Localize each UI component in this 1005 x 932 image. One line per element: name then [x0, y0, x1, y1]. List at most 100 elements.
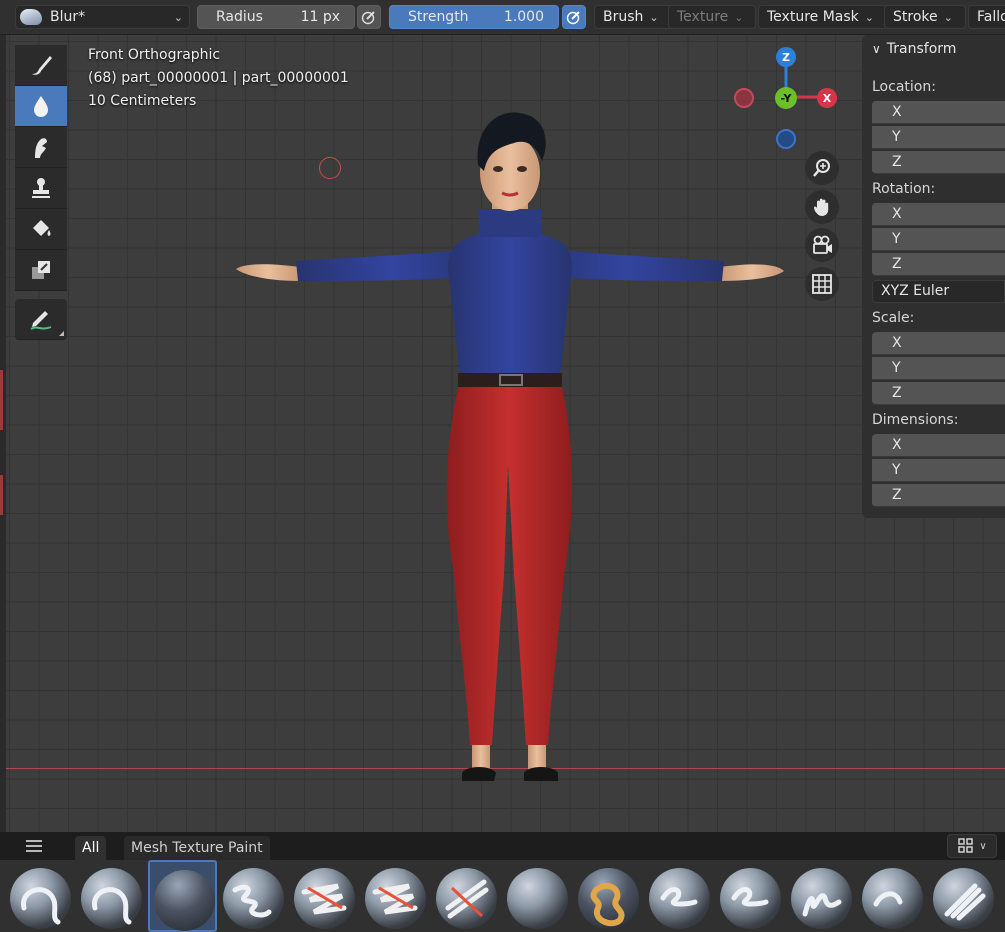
blur-drop-icon [34, 96, 48, 117]
character-model [236, 112, 784, 781]
blur-tool[interactable] [15, 86, 67, 127]
rotation-label: Rotation: [872, 181, 936, 197]
zoom-button[interactable] [805, 151, 839, 185]
rotation-z-field[interactable]: Z [872, 253, 1005, 276]
rotation-mode-select[interactable]: XYZ Euler [872, 280, 1005, 303]
texture-menu[interactable]: Texture ⌄ [668, 5, 757, 29]
brush-thumbnail[interactable] [148, 860, 217, 932]
brush-thumbnail[interactable] [645, 860, 714, 932]
camera-view-button[interactable] [805, 228, 839, 262]
tool-shelf [15, 45, 67, 340]
dimensions-y-field[interactable]: Y [872, 459, 1005, 482]
chevron-down-icon: ⌄ [943, 10, 953, 24]
gizmo-neg-x-axis[interactable] [734, 88, 754, 108]
dimensions-label: Dimensions: [872, 412, 959, 428]
brush-thumbnail[interactable] [6, 860, 75, 932]
annotate-tool[interactable] [15, 299, 67, 340]
stroke-menu-label: Stroke [893, 9, 938, 25]
brush-thumbnail[interactable] [219, 860, 288, 932]
brush-thumbnail[interactable] [432, 860, 501, 932]
brush-thumbnail[interactable] [361, 860, 430, 932]
radius-field[interactable]: Radius 11 px [197, 5, 355, 29]
falloff-menu-label: Fallo [977, 9, 1005, 25]
gizmo-neg-y-axis[interactable]: -Y [775, 87, 797, 109]
brush-menu[interactable]: Brush ⌄ [594, 5, 672, 29]
gizmo-x-axis[interactable]: X [817, 88, 837, 108]
clone-tool[interactable] [15, 168, 67, 209]
brush-stroke-icon [232, 884, 272, 918]
brush-stroke-icon [21, 887, 61, 925]
brush-stroke-icon [372, 883, 418, 915]
transform-panel-header[interactable]: ∨ Transform [872, 41, 956, 57]
chevron-down-icon: ∨ [979, 840, 987, 852]
transform-title: Transform [886, 41, 957, 57]
brush-stroke-icon [92, 887, 132, 925]
orthographic-toggle-button[interactable] [805, 267, 839, 301]
dimensions-z-field[interactable]: Z [872, 484, 1005, 507]
shelf-tab-all[interactable]: All [75, 836, 107, 860]
brush-name: Blur* [50, 9, 86, 25]
brush-stroke-icon [445, 879, 489, 919]
shelf-tab-mesh-texture-paint[interactable]: Mesh Texture Paint [124, 836, 270, 860]
falloff-menu[interactable]: Fallo [968, 5, 1005, 29]
radius-value: 11 px [300, 9, 340, 25]
strength-field[interactable]: Strength 1.000 [389, 5, 559, 29]
brush-cursor [319, 157, 341, 179]
dimensions-x-field[interactable]: X [872, 434, 1005, 457]
gizmo-neg-z-axis[interactable] [776, 129, 796, 149]
brush-thumbnail[interactable] [858, 860, 927, 932]
location-x-field[interactable]: X [872, 101, 1005, 124]
brush-preview-sphere-icon [154, 870, 215, 931]
texture-mask-menu[interactable]: Texture Mask ⌄ [758, 5, 887, 29]
brush-thumbnail[interactable] [77, 860, 146, 932]
brush-stroke-icon [802, 893, 842, 917]
brush-thumbnail[interactable] [716, 860, 785, 932]
hamburger-menu-icon[interactable] [24, 838, 44, 858]
tool-header: Blur* ⌄ Radius 11 px Strength 1.000 Brus… [0, 0, 1005, 35]
shelf-view-options[interactable]: ∨ [947, 834, 997, 858]
radius-pressure-toggle[interactable] [357, 5, 381, 29]
brush-stroke-icon [590, 882, 625, 927]
brush-thumbnail-icon [20, 9, 42, 25]
rotation-x-field[interactable]: X [872, 203, 1005, 226]
scale-label: Scale: [872, 310, 915, 326]
brush-menu-label: Brush [603, 9, 644, 25]
scale-y-field[interactable]: Y [872, 357, 1005, 380]
stroke-menu[interactable]: Stroke ⌄ [884, 5, 966, 29]
scale-z-field[interactable]: Z [872, 382, 1005, 405]
rotation-y-field[interactable]: Y [872, 228, 1005, 251]
strength-pressure-toggle[interactable] [562, 5, 586, 29]
brush-stroke-icon [301, 883, 347, 915]
smear-tool[interactable] [15, 127, 67, 168]
brush-icon [32, 56, 52, 75]
location-y-field[interactable]: Y [872, 126, 1005, 149]
brush-thumbnail[interactable] [929, 860, 998, 932]
brush-thumbnail[interactable] [290, 860, 359, 932]
fill-tool[interactable] [15, 209, 67, 250]
brush-stroke-icon [944, 883, 986, 921]
3d-viewport[interactable]: Front Orthographic (68) part_00000001 | … [0, 35, 1005, 832]
brush-thumbnail[interactable] [787, 860, 856, 932]
navigation-gizmo[interactable]: Z -Y X [728, 45, 843, 155]
grid-scale: 10 Centimeters [88, 93, 197, 109]
chevron-down-icon: ⌄ [649, 10, 659, 24]
mask-tool[interactable] [15, 250, 67, 291]
scale-x-field[interactable]: X [872, 332, 1005, 355]
gizmo-z-axis[interactable]: Z [776, 47, 796, 67]
pen-pressure-icon [361, 11, 375, 25]
annotate-pencil-icon [30, 311, 52, 330]
zoom-icon [813, 159, 830, 177]
brush-thumbnail[interactable] [574, 860, 643, 932]
viewport-info: Front Orthographic (68) part_00000001 | … [88, 44, 349, 113]
location-z-field[interactable]: Z [872, 151, 1005, 174]
strength-value: 1.000 [503, 9, 544, 25]
location-label: Location: [872, 79, 936, 95]
draw-tool[interactable] [15, 45, 67, 86]
pen-pressure-icon [566, 11, 580, 25]
grid-view-icon [958, 838, 974, 853]
brush-selector[interactable]: Blur* ⌄ [15, 5, 190, 29]
view-name: Front Orthographic [88, 47, 221, 63]
brush-thumbnail[interactable] [503, 860, 572, 932]
pan-button[interactable] [805, 190, 839, 224]
hand-icon [813, 198, 829, 216]
